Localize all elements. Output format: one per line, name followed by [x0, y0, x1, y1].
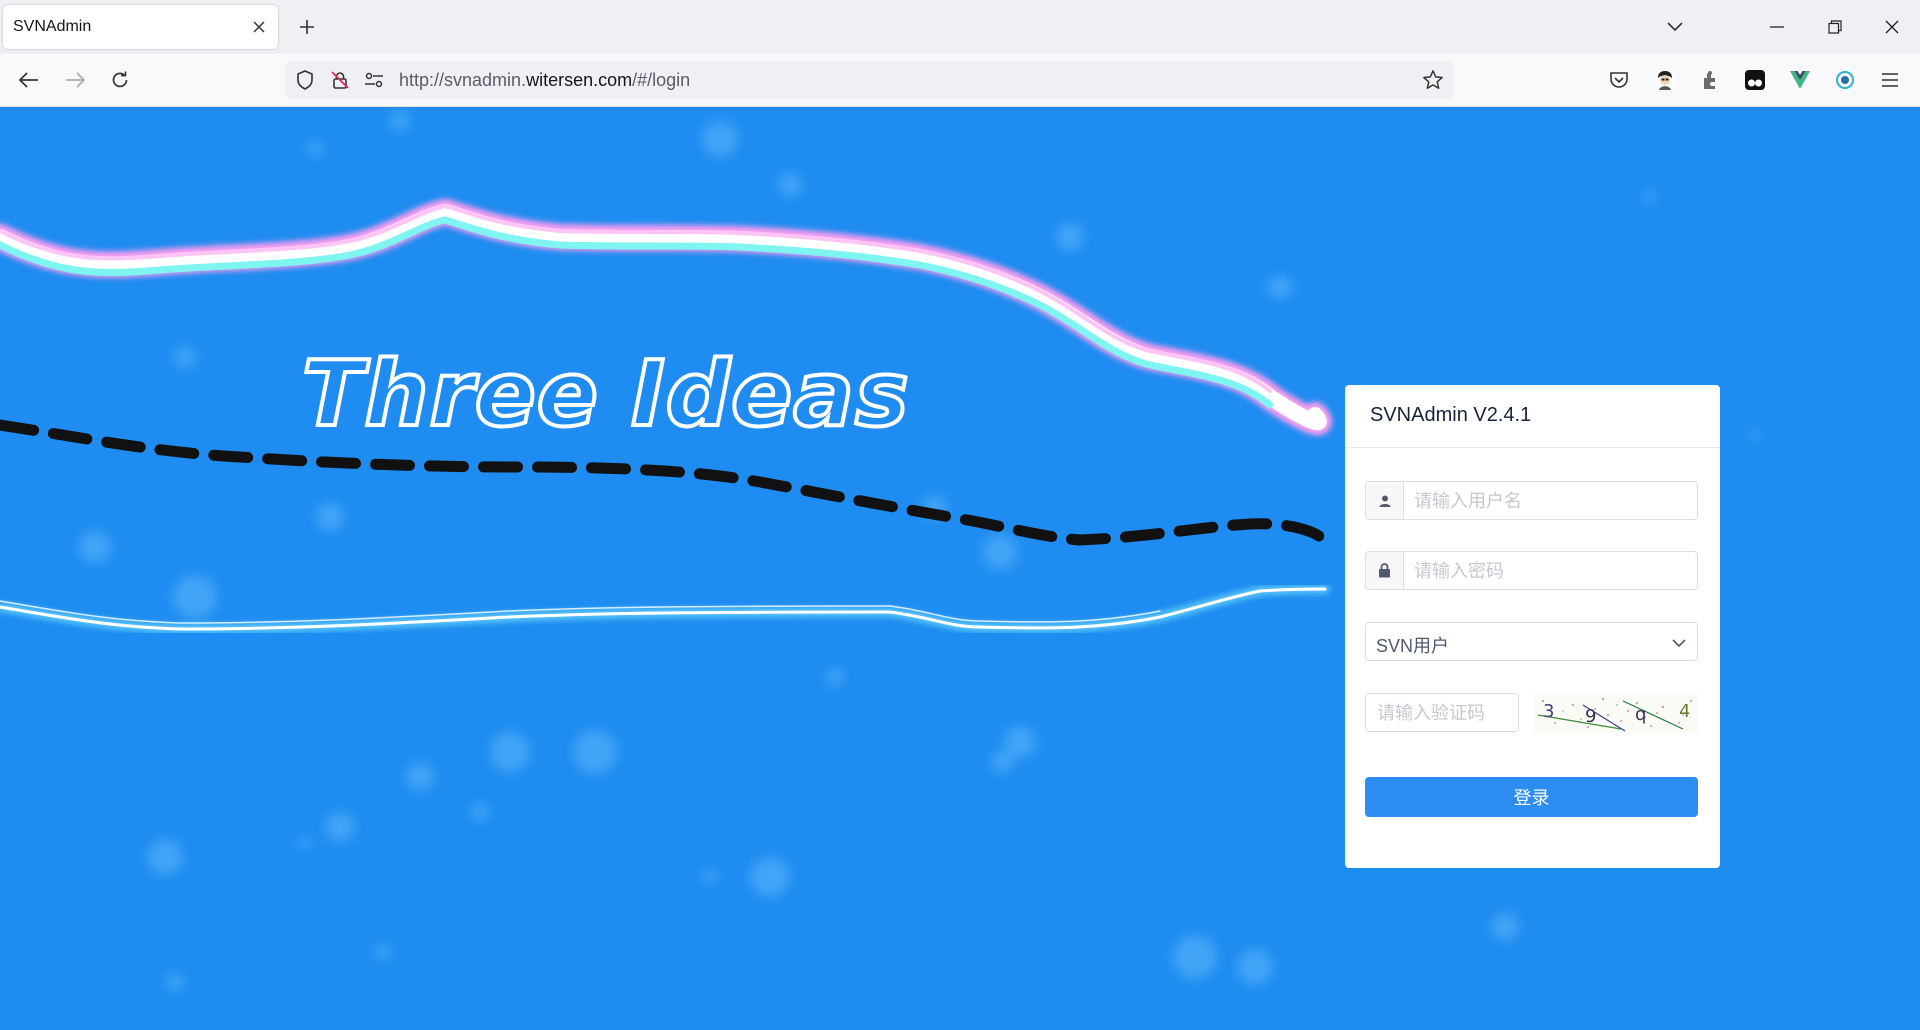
- lock-icon: [1366, 552, 1404, 589]
- card-header: SVNAdmin V2.4.1: [1345, 385, 1720, 448]
- forward-arrow-icon[interactable]: [60, 65, 90, 95]
- minimize-icon[interactable]: [1762, 12, 1792, 42]
- login-button[interactable]: 登录: [1365, 777, 1698, 817]
- tampermonkey-icon[interactable]: [1741, 66, 1769, 94]
- tab-strip: SVNAdmin: [0, 0, 1920, 54]
- chevron-down-icon: [1671, 635, 1687, 651]
- address-bar[interactable]: http://svnadmin.witersen.com/#/login: [285, 61, 1453, 99]
- tab-title: SVNAdmin: [13, 18, 92, 35]
- role-select[interactable]: SVN用户: [1365, 622, 1698, 661]
- tracking-shield-icon[interactable]: [293, 68, 317, 92]
- captcha-input[interactable]: [1375, 694, 1517, 733]
- captcha-char-2: 9: [1585, 706, 1596, 727]
- captcha-image[interactable]: 3 9 q 4: [1533, 693, 1698, 733]
- new-tab-button[interactable]: [293, 13, 321, 41]
- url-host: witersen.com: [526, 70, 633, 90]
- login-page: Three Ideas SVNAdmin V2.4.1 SVN用户: [0, 107, 1920, 1030]
- captcha-char-3: q: [1635, 704, 1646, 725]
- account-avatar-icon[interactable]: [1651, 66, 1679, 94]
- url-path: /#/login: [632, 70, 691, 90]
- app-menu-hamburger-icon[interactable]: [1876, 66, 1904, 94]
- extension-circle-icon[interactable]: [1831, 66, 1859, 94]
- reload-icon[interactable]: [105, 65, 135, 95]
- captcha-char-1: 3: [1543, 701, 1554, 722]
- extension-puzzle-icon[interactable]: [1696, 66, 1724, 94]
- navigation-toolbar: http://svnadmin.witersen.com/#/login: [0, 54, 1920, 107]
- url-text[interactable]: http://svnadmin.witersen.com/#/login: [399, 70, 690, 91]
- role-select-value: SVN用户: [1376, 636, 1450, 656]
- bookmark-star-icon[interactable]: [1421, 68, 1445, 92]
- three-ideas-logo: Three Ideas: [300, 340, 911, 449]
- login-card: SVNAdmin V2.4.1 SVN用户: [1345, 385, 1720, 868]
- password-field[interactable]: [1365, 551, 1698, 591]
- url-prefix: http://svnadmin.: [399, 70, 527, 90]
- insecure-lock-icon[interactable]: [328, 68, 352, 92]
- restore-icon[interactable]: [1820, 12, 1850, 42]
- back-arrow-icon[interactable]: [14, 65, 44, 95]
- captcha-char-4: 4: [1679, 701, 1690, 722]
- vue-devtools-icon[interactable]: [1786, 66, 1814, 94]
- username-field[interactable]: [1365, 481, 1698, 521]
- user-icon: [1366, 482, 1404, 519]
- pocket-icon[interactable]: [1605, 66, 1633, 94]
- card-title: SVNAdmin V2.4.1: [1370, 404, 1532, 426]
- close-window-icon[interactable]: [1877, 12, 1907, 42]
- tab-svnadmin[interactable]: SVNAdmin: [3, 5, 278, 49]
- captcha-field[interactable]: [1365, 693, 1519, 733]
- close-tab-icon[interactable]: [246, 14, 272, 40]
- password-input[interactable]: [1412, 552, 1686, 591]
- list-all-tabs-chevron-icon[interactable]: [1660, 12, 1690, 42]
- site-permissions-icon[interactable]: [362, 68, 386, 92]
- username-input[interactable]: [1412, 482, 1686, 521]
